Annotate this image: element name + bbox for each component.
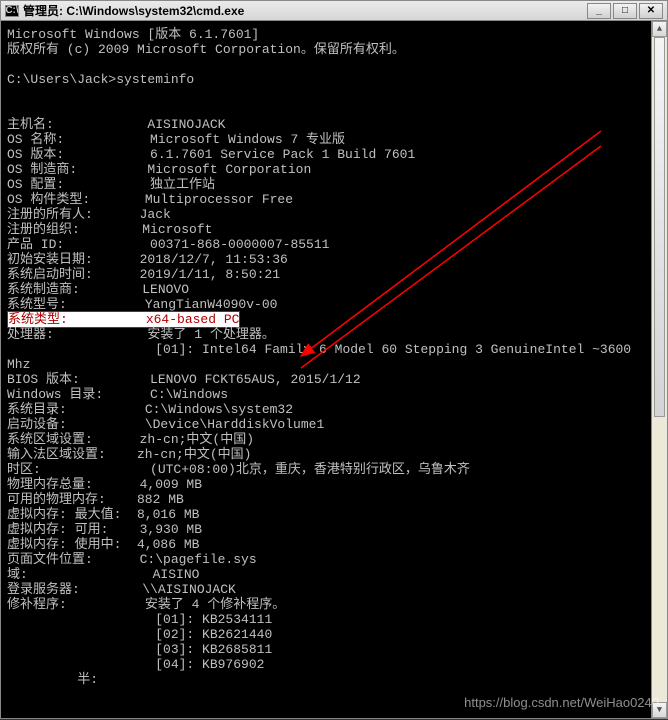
cmd-icon: C:\ xyxy=(5,5,19,17)
minimize-button[interactable]: _ xyxy=(587,3,611,19)
maximize-button[interactable]: □ xyxy=(613,3,637,19)
scroll-track[interactable] xyxy=(652,37,667,702)
close-button[interactable]: ✕ xyxy=(639,3,663,19)
window-controls: _ □ ✕ xyxy=(587,3,663,19)
cmd-window: C:\ 管理员: C:\Windows\system32\cmd.exe _ □… xyxy=(0,0,668,719)
vertical-scrollbar[interactable]: ▲ ▼ xyxy=(651,21,667,718)
titlebar[interactable]: C:\ 管理员: C:\Windows\system32\cmd.exe _ □… xyxy=(1,1,667,21)
scroll-thumb[interactable] xyxy=(654,37,665,417)
window-title: 管理员: C:\Windows\system32\cmd.exe xyxy=(23,2,244,19)
watermark-text: https://blog.csdn.net/WeiHao0240 xyxy=(464,695,659,710)
scroll-up-button[interactable]: ▲ xyxy=(652,21,667,37)
terminal-output[interactable]: Microsoft Windows [版本 6.1.7601] 版权所有 (c)… xyxy=(1,21,667,718)
